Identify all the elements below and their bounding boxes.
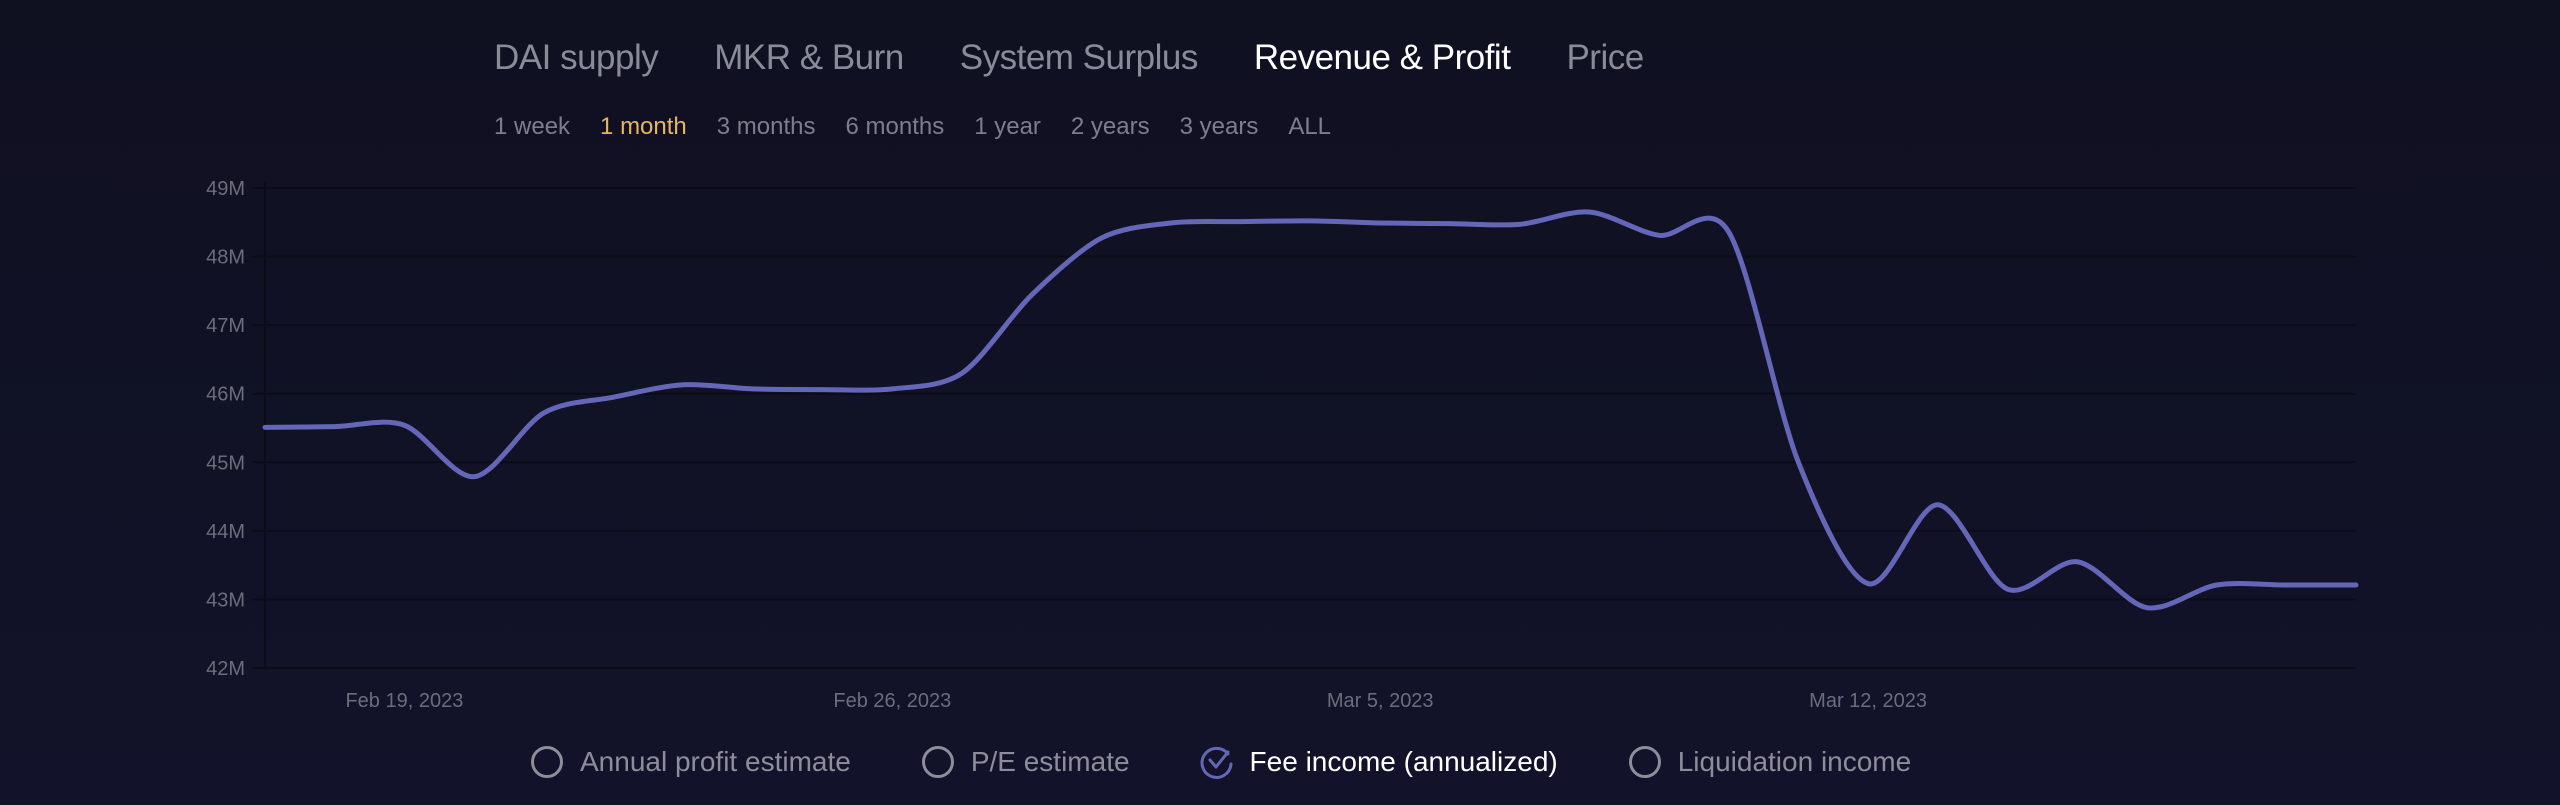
legend-liquidation-income[interactable]: Liquidation income: [1628, 745, 1912, 779]
y-tick-label: 45M: [206, 452, 245, 474]
legend-label: Annual profit estimate: [580, 746, 851, 777]
y-tick-label: 43M: [206, 589, 245, 611]
y-tick-label: 47M: [206, 315, 245, 337]
y-tick-label: 44M: [206, 521, 245, 543]
x-axis: Feb 19, 2023 Feb 26, 2023 Mar 5, 2023 Mar 1…: [345, 690, 1927, 712]
x-tick-label: Feb 19, 2023: [345, 690, 463, 712]
series-line-fee-income[interactable]: [262, 209, 2359, 611]
series-legend: Annual profit estimate P/E estimate Fee …: [530, 745, 1981, 779]
radio-unchecked-icon: [1628, 746, 1661, 778]
line-chart[interactable]: 42M43M44M45M46M47M48M49M Feb 19, 2023 Feb…: [0, 0, 2560, 730]
y-tick-label: 46M: [206, 384, 245, 406]
legend-annual-profit-estimate[interactable]: Annual profit estimate: [530, 745, 851, 779]
grid-lines: [252, 187, 2356, 669]
y-tick-label: 42M: [206, 658, 245, 680]
legend-label: P/E estimate: [970, 746, 1130, 777]
x-tick-label: Mar 5, 2023: [1327, 690, 1434, 712]
legend-label: Fee income (annualized): [1249, 746, 1558, 777]
legend-pe-estimate[interactable]: P/E estimate: [921, 745, 1130, 779]
legend-fee-income-annualized[interactable]: Fee income (annualized): [1200, 745, 1558, 779]
y-axis: 42M 43M 44M 45M 46M 47M 48M 49M: [206, 178, 245, 680]
legend-label: Liquidation income: [1677, 746, 1912, 777]
y-tick-label: 49M: [206, 178, 245, 200]
radio-unchecked-icon: [531, 746, 563, 778]
check-circle-icon: [1200, 746, 1233, 779]
x-tick-label: Mar 12, 2023: [1809, 690, 1927, 712]
y-tick-label: 48M: [206, 247, 245, 269]
x-tick-label: Feb 26, 2023: [833, 690, 951, 712]
radio-unchecked-icon: [921, 746, 954, 778]
